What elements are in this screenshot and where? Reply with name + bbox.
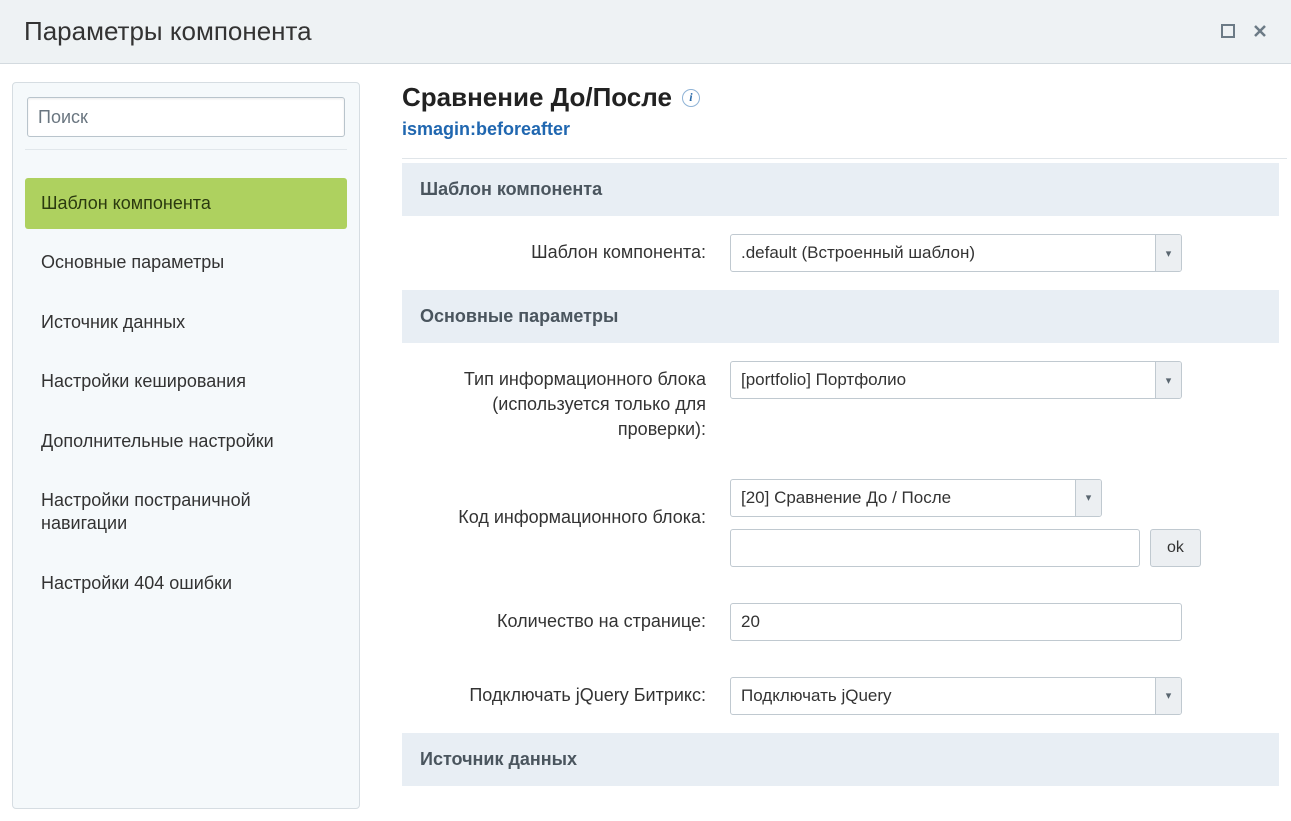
main: Сравнение До/После i ismagin:beforeafter… [372,64,1291,821]
template-select[interactable] [730,234,1182,272]
body: Шаблон компонента Основные параметры Ист… [0,64,1291,821]
sidebar-nav: Шаблон компонента Основные параметры Ист… [25,178,347,609]
search-input[interactable] [27,97,345,137]
sidebar: Шаблон компонента Основные параметры Ист… [0,64,372,821]
select-wrap-iblock-type: ▾ [730,361,1182,399]
titlebar: Параметры компонента [0,0,1291,64]
iblock-code-input[interactable] [730,529,1140,567]
row-jquery: Подключать jQuery Битрикс: ▾ [402,659,1279,733]
field-per-page [730,603,1261,641]
label-jquery: Подключать jQuery Битрикс: [420,677,730,708]
window-title: Параметры компонента [24,16,312,47]
sidebar-item-cache[interactable]: Настройки кеширования [25,356,347,407]
maximize-icon[interactable] [1221,23,1235,41]
sidebar-item-basic[interactable]: Основные параметры [25,237,347,288]
ok-button[interactable]: ok [1150,529,1201,567]
info-icon[interactable]: i [682,89,700,107]
sidebar-item-label: Настройки кеширования [41,371,246,391]
sidebar-item-label: Шаблон компонента [41,193,211,213]
heading-row: Сравнение До/После i [402,82,1287,113]
sidebar-item-additional[interactable]: Дополнительные настройки [25,416,347,467]
close-icon[interactable] [1253,23,1267,41]
scroll-area[interactable]: Шаблон компонента Шаблон компонента: ▾ О… [402,163,1287,821]
page-title: Сравнение До/После [402,82,672,113]
sidebar-item-label: Дополнительные настройки [41,431,274,451]
sidebar-item-template[interactable]: Шаблон компонента [25,178,347,229]
jquery-select[interactable] [730,677,1182,715]
sidebar-item-label: Источник данных [41,312,185,332]
iblock-type-select[interactable] [730,361,1182,399]
window: Параметры компонента Шаблон компонента О… [0,0,1291,821]
select-wrap-iblock-code: ▾ [730,479,1102,517]
search-wrap [25,97,347,150]
field-iblock-code: ▾ ok [730,479,1261,567]
per-page-input[interactable] [730,603,1182,641]
select-wrap-template: ▾ [730,234,1182,272]
row-per-page: Количество на странице: [402,585,1279,659]
sidebar-item-label: Настройки 404 ошибки [41,573,232,593]
section-head-datasource: Источник данных [402,733,1279,786]
sidebar-item-pagination[interactable]: Настройки постраничной навигации [25,475,347,550]
field-jquery: ▾ [730,677,1261,715]
sidebar-item-label: Основные параметры [41,252,224,272]
divider [402,158,1287,159]
window-buttons [1221,23,1267,41]
section-head-template: Шаблон компонента [402,163,1279,216]
component-id: ismagin:beforeafter [402,119,1287,140]
field-template: ▾ [730,234,1261,272]
label-template: Шаблон компонента: [420,234,730,265]
sidebar-item-label: Настройки постраничной навигации [41,490,251,533]
sidebar-item-404[interactable]: Настройки 404 ошибки [25,558,347,609]
row-template: Шаблон компонента: ▾ [402,216,1279,290]
section-head-basic: Основные параметры [402,290,1279,343]
field-iblock-type: ▾ [730,361,1261,399]
label-iblock-code: Код информационного блока: [420,479,730,530]
select-wrap-jquery: ▾ [730,677,1182,715]
label-iblock-type: Тип информационного блока (используется … [420,361,730,443]
label-per-page: Количество на странице: [420,603,730,634]
sidebar-item-datasource[interactable]: Источник данных [25,297,347,348]
iblock-code-inline: ok [730,529,1261,567]
row-iblock-type: Тип информационного блока (используется … [402,343,1279,461]
iblock-code-select[interactable] [730,479,1102,517]
row-iblock-code: Код информационного блока: ▾ ok [402,461,1279,585]
sidebar-card: Шаблон компонента Основные параметры Ист… [12,82,360,809]
